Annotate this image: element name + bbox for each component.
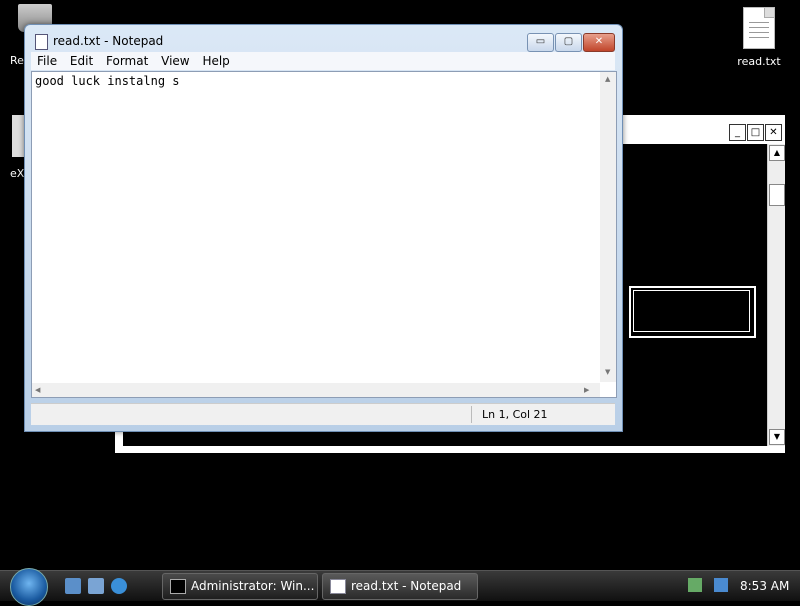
taskbar-item-console[interactable]: Administrator: Win... bbox=[162, 573, 318, 600]
notepad-vertical-scrollbar[interactable]: ▲ ▼ bbox=[600, 72, 616, 382]
taskbar-label: read.txt - Notepad bbox=[351, 579, 462, 593]
scroll-up-icon[interactable]: ▲ bbox=[605, 75, 610, 83]
read-txt-desktop-icon[interactable]: read.txt bbox=[728, 7, 790, 68]
console-icon bbox=[170, 579, 186, 594]
notepad-menu-bar: File Edit Format View Help bbox=[31, 52, 615, 70]
scroll-down-icon[interactable]: ▼ bbox=[605, 368, 610, 376]
menu-file[interactable]: File bbox=[37, 52, 57, 70]
console-frame-inner bbox=[633, 290, 750, 332]
scroll-down-arrow-icon[interactable]: ▼ bbox=[769, 429, 785, 445]
notepad-horizontal-scrollbar[interactable]: ◀ ▶ bbox=[32, 383, 600, 397]
menu-help[interactable]: Help bbox=[202, 52, 229, 70]
status-separator bbox=[471, 406, 472, 423]
clock[interactable]: 8:53 AM bbox=[740, 571, 789, 601]
scroll-right-icon[interactable]: ▶ bbox=[584, 386, 589, 394]
notepad-close-button[interactable]: ✕ bbox=[583, 33, 615, 52]
notepad-window[interactable]: read.txt - Notepad ▭ ▢ ✕ File Edit Forma… bbox=[24, 24, 623, 432]
console-scroll-thumb[interactable] bbox=[769, 184, 785, 206]
console-close-button[interactable]: ✕ bbox=[765, 124, 782, 141]
recycle-bin-label: Re bbox=[10, 54, 24, 67]
notepad-status-bar: Ln 1, Col 21 bbox=[31, 403, 615, 425]
exe-label: eX bbox=[10, 167, 25, 180]
network-icon[interactable] bbox=[714, 578, 728, 592]
notepad-content[interactable]: good luck instalng s bbox=[35, 74, 180, 88]
notepad-icon bbox=[35, 34, 48, 50]
menu-view[interactable]: View bbox=[161, 52, 189, 70]
safely-remove-icon[interactable] bbox=[688, 578, 702, 592]
taskbar: Administrator: Win... read.txt - Notepad… bbox=[0, 568, 800, 606]
notepad-minimize-button[interactable]: ▭ bbox=[527, 33, 554, 52]
taskbar-label: Administrator: Win... bbox=[191, 579, 315, 593]
menu-edit[interactable]: Edit bbox=[70, 52, 93, 70]
console-vertical-scrollbar[interactable]: ▲ ▼ bbox=[767, 144, 785, 446]
switch-windows-icon[interactable] bbox=[88, 578, 104, 594]
notepad-taskbar-icon bbox=[330, 579, 346, 594]
text-file-icon bbox=[743, 7, 775, 49]
internet-explorer-icon[interactable] bbox=[111, 578, 127, 594]
scroll-left-icon[interactable]: ◀ bbox=[35, 386, 40, 394]
notepad-text-area[interactable]: good luck instalng s ▲ ▼ ◀ ▶ bbox=[31, 71, 617, 398]
scroll-up-arrow-icon[interactable]: ▲ bbox=[769, 145, 785, 161]
start-button[interactable] bbox=[10, 568, 48, 606]
cursor-position: Ln 1, Col 21 bbox=[482, 408, 548, 421]
show-desktop-icon[interactable] bbox=[65, 578, 81, 594]
console-minimize-button[interactable]: _ bbox=[729, 124, 746, 141]
notepad-maximize-button[interactable]: ▢ bbox=[555, 33, 582, 52]
taskbar-item-notepad[interactable]: read.txt - Notepad bbox=[322, 573, 478, 600]
console-maximize-button[interactable]: □ bbox=[747, 124, 764, 141]
read-txt-label: read.txt bbox=[737, 55, 781, 68]
menu-format[interactable]: Format bbox=[106, 52, 148, 70]
notepad-title: read.txt - Notepad bbox=[53, 34, 164, 48]
